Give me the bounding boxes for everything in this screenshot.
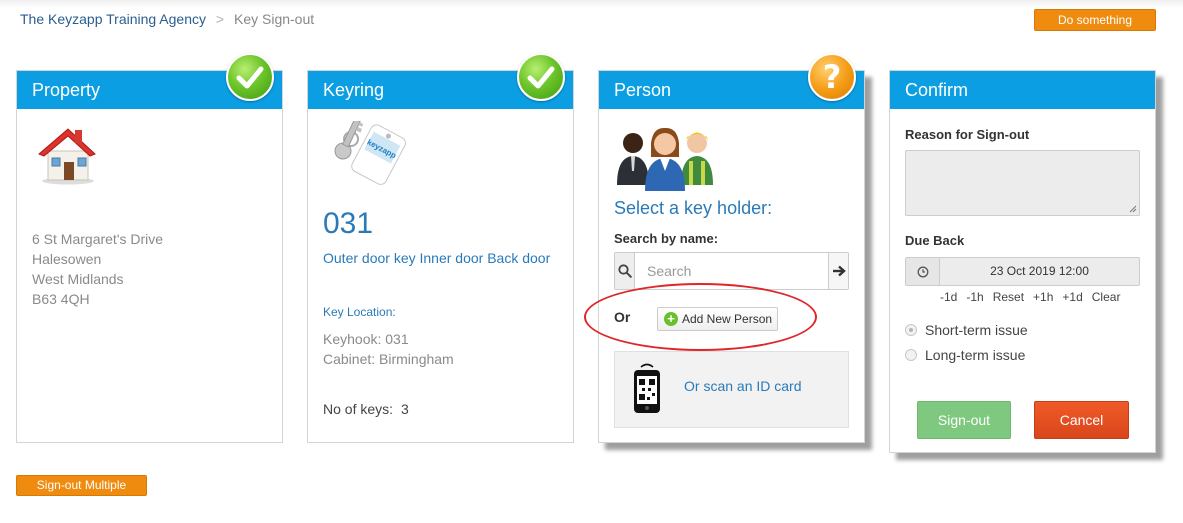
keyring-panel: Keyring keyzapp 031 Outer door key Inner… [307, 70, 574, 443]
key-count-value: 3 [401, 401, 409, 417]
resize-grip-icon[interactable] [1129, 205, 1137, 213]
long-term-radio[interactable] [905, 349, 917, 361]
keyring-check-icon [517, 53, 565, 101]
property-panel: Property 6 St Margaret's Drive Halesowen… [16, 70, 283, 443]
clock-icon[interactable] [906, 258, 940, 285]
scan-id-card-label: Or scan an ID card [684, 378, 802, 394]
house-icon [35, 123, 99, 185]
key-location-label: Key Location: [323, 305, 396, 319]
cancel-button[interactable]: Cancel [1034, 401, 1129, 439]
long-term-option[interactable]: Long-term issue [905, 347, 1025, 363]
due-clear-link[interactable]: Clear [1092, 290, 1121, 304]
annotation-ellipse [584, 283, 817, 351]
short-term-label: Short-term issue [925, 322, 1028, 338]
due-minus-1d-link[interactable]: -1d [940, 290, 957, 304]
reason-textarea[interactable] [905, 150, 1140, 216]
person-panel: Person Select a key holder: Search by na… [598, 70, 865, 443]
address-line: B63 4QH [32, 291, 90, 307]
property-address: 6 St Margaret's Drive Halesowen West Mid… [32, 229, 163, 309]
due-reset-link[interactable]: Reset [993, 290, 1024, 304]
due-back-value: 23 Oct 2019 12:00 [990, 264, 1089, 278]
long-term-label: Long-term issue [925, 347, 1026, 363]
key-location-line: Keyhook: 031 [323, 331, 409, 347]
question-glyph: ? [822, 58, 842, 96]
reason-label: Reason for Sign-out [905, 127, 1030, 142]
top-gradient [0, 0, 1183, 8]
key-count: No of keys: 3 [323, 401, 409, 417]
keyring-description: Outer door key Inner door Back door [323, 250, 551, 266]
scan-id-card-box[interactable]: Or scan an ID card [614, 351, 849, 428]
breadcrumb-separator: > [215, 11, 225, 27]
search-icon [615, 253, 635, 289]
do-something-else-button[interactable]: Do something else... [1034, 9, 1156, 47]
confirm-panel: Confirm Reason for Sign-out Due Back 23 … [889, 70, 1156, 453]
short-term-radio[interactable] [905, 324, 917, 336]
select-key-holder-heading: Select a key holder: [614, 198, 773, 218]
due-plus-1h-link[interactable]: +1h [1033, 290, 1053, 304]
sign-out-multiple-keys-button[interactable]: Sign-out Multiple Keys [16, 475, 147, 511]
key-count-label: No of keys: [323, 401, 394, 417]
search-by-name-label: Search by name: [614, 231, 719, 246]
due-back-adjusters: -1d -1h Reset +1h +1d Clear [940, 290, 1120, 304]
phone-qr-icon [631, 362, 663, 414]
address-line: Halesowen [32, 251, 102, 267]
keyring-number: 031 [323, 207, 374, 240]
breadcrumb-agency-link[interactable]: The Keyzapp Training Agency [20, 11, 206, 27]
key-location-line: Cabinet: Birmingham [323, 351, 454, 367]
address-line: 6 St Margaret's Drive [32, 231, 164, 247]
due-back-label: Due Back [905, 233, 965, 248]
property-check-icon [226, 53, 274, 101]
sign-out-button[interactable]: Sign-out [917, 401, 1011, 439]
address-line: West Midlands [32, 271, 124, 287]
key-location: Keyhook: 031 Cabinet: Birmingham [323, 329, 454, 369]
person-question-icon: ? [808, 53, 856, 101]
due-back-field[interactable]: 23 Oct 2019 12:00 [905, 257, 1140, 286]
arrow-right-icon[interactable] [828, 253, 848, 289]
people-icon [613, 123, 717, 193]
due-minus-1h-link[interactable]: -1h [966, 290, 983, 304]
short-term-option[interactable]: Short-term issue [905, 322, 1028, 338]
breadcrumb-current: Key Sign-out [233, 11, 315, 27]
breadcrumb: The Keyzapp Training Agency > Key Sign-o… [20, 11, 314, 27]
due-plus-1d-link[interactable]: +1d [1062, 290, 1082, 304]
key-tag-icon: keyzapp [321, 118, 407, 191]
confirm-panel-title: Confirm [890, 71, 1155, 109]
